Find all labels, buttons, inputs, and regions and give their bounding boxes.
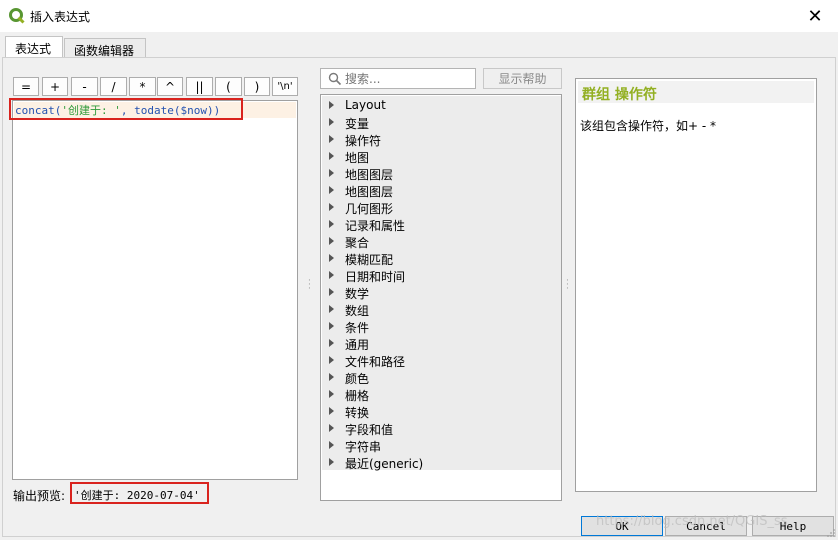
tree-item-conversions[interactable]: 转换 <box>322 403 561 420</box>
tree-item-map-layers-2[interactable]: 地图图层 <box>322 182 561 199</box>
tree-item-general[interactable]: 通用 <box>322 335 561 352</box>
expand-arrow-icon <box>329 118 334 126</box>
search-input[interactable] <box>345 70 473 87</box>
tree-item-raster[interactable]: 栅格 <box>322 386 561 403</box>
tree-item-variables[interactable]: 变量 <box>322 114 561 131</box>
help-panel: 群组 操作符 该组包含操作符，如+ - * <box>575 78 817 492</box>
tree-item-map-layers[interactable]: 地图图层 <box>322 165 561 182</box>
tree-item-conditionals[interactable]: 条件 <box>322 318 561 335</box>
tab-expression[interactable]: 表达式 <box>5 36 63 59</box>
ok-button[interactable]: OK <box>581 516 663 536</box>
tab-function-editor[interactable]: 函数编辑器 <box>64 38 146 58</box>
tree-item-record-attributes[interactable]: 记录和属性 <box>322 216 561 233</box>
expand-arrow-icon <box>329 186 334 194</box>
tab-bar: 表达式 函数编辑器 <box>0 36 838 59</box>
search-box[interactable] <box>320 68 476 89</box>
tree-item-math[interactable]: 数学 <box>322 284 561 301</box>
operator-power-button[interactable]: ^ <box>157 77 183 96</box>
tree-item-layout[interactable]: Layout <box>322 97 561 114</box>
preview-label: 输出预览: <box>13 489 66 503</box>
title-bar: 插入表达式 ✕ <box>0 0 838 32</box>
expand-arrow-icon <box>329 203 334 211</box>
operator-close-paren-button[interactable]: ) <box>244 77 270 96</box>
expand-arrow-icon <box>329 339 334 347</box>
help-button[interactable]: Help <box>752 516 834 536</box>
tree-item-files-paths[interactable]: 文件和路径 <box>322 352 561 369</box>
tree-item-date-time[interactable]: 日期和时间 <box>322 267 561 284</box>
expand-arrow-icon <box>329 322 334 330</box>
expand-arrow-icon <box>329 254 334 262</box>
tree-item-aggregates[interactable]: 聚合 <box>322 233 561 250</box>
expand-arrow-icon <box>329 373 334 381</box>
operator-concat-button[interactable]: || <box>186 77 213 96</box>
cancel-button[interactable]: Cancel <box>665 516 747 536</box>
tree-item-color[interactable]: 颜色 <box>322 369 561 386</box>
expand-arrow-icon <box>329 169 334 177</box>
expand-arrow-icon <box>329 390 334 398</box>
window-title: 插入表达式 <box>30 10 91 24</box>
expand-arrow-icon <box>329 152 334 160</box>
operator-divide-button[interactable]: / <box>100 77 127 96</box>
help-text: 该组包含操作符，如+ - * <box>580 119 717 133</box>
splitter-handle-right[interactable]: · · · <box>566 277 569 294</box>
operator-minus-button[interactable]: - <box>71 77 98 96</box>
expand-arrow-icon <box>329 237 334 245</box>
function-tree[interactable]: Layout 变量 操作符 地图 地图图层 地图图层 几何图形 记录和属性 聚合… <box>320 94 562 501</box>
operator-plus-button[interactable]: + <box>42 77 68 96</box>
highlight-box-preview <box>70 482 209 504</box>
expand-arrow-icon <box>329 101 334 109</box>
tree-item-string[interactable]: 字符串 <box>322 437 561 454</box>
help-title: 群组 操作符 <box>582 87 657 103</box>
expand-arrow-icon <box>329 424 334 432</box>
tree-item-map[interactable]: 地图 <box>322 148 561 165</box>
expand-arrow-icon <box>329 271 334 279</box>
resize-grip-icon[interactable] <box>826 528 836 538</box>
expand-arrow-icon <box>329 135 334 143</box>
expand-arrow-icon <box>329 288 334 296</box>
show-help-button[interactable]: 显示帮助 <box>483 68 562 89</box>
close-icon: ✕ <box>807 5 823 27</box>
splitter-handle-left[interactable]: · · · <box>308 277 311 294</box>
operator-equals-button[interactable]: = <box>13 77 39 96</box>
expand-arrow-icon <box>329 458 334 466</box>
tree-item-geometry[interactable]: 几何图形 <box>322 199 561 216</box>
search-icon <box>328 72 342 86</box>
help-title-bar: 群组 操作符 <box>578 81 814 103</box>
operator-open-paren-button[interactable]: ( <box>215 77 242 96</box>
tree-item-fuzzy-matching[interactable]: 模糊匹配 <box>322 250 561 267</box>
highlight-box-expression <box>9 98 243 120</box>
operator-newline-button[interactable]: '\n' <box>272 77 298 96</box>
operator-multiply-button[interactable]: * <box>129 77 156 96</box>
expand-arrow-icon <box>329 305 334 313</box>
tree-item-operators[interactable]: 操作符 <box>322 131 561 148</box>
expand-arrow-icon <box>329 356 334 364</box>
tree-item-recent-generic[interactable]: 最近(generic) <box>322 454 561 471</box>
expand-arrow-icon <box>329 407 334 415</box>
expand-arrow-icon <box>329 441 334 449</box>
expand-arrow-icon <box>329 220 334 228</box>
expression-editor[interactable] <box>12 100 298 480</box>
qgis-logo-icon <box>9 8 25 24</box>
tree-item-fields-values[interactable]: 字段和值 <box>322 420 561 437</box>
close-button[interactable]: ✕ <box>792 0 838 32</box>
tree-item-arrays[interactable]: 数组 <box>322 301 561 318</box>
